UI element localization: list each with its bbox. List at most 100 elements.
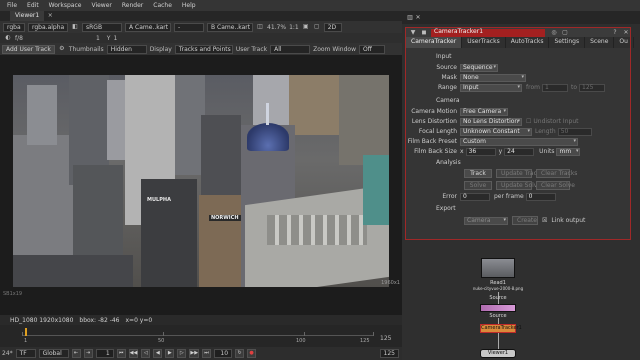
fstop-value[interactable]: 1: [96, 35, 100, 42]
film-back-preset-select[interactable]: Custom: [460, 137, 578, 146]
update-track-button[interactable]: Update Track: [496, 169, 540, 178]
channels-select[interactable]: rgba: [3, 22, 25, 32]
step-input[interactable]: 10: [214, 349, 233, 358]
thumbnails-select[interactable]: Hidden: [106, 44, 147, 54]
in-point-icon[interactable]: ⇤: [71, 349, 81, 358]
mask-select[interactable]: None: [460, 73, 526, 82]
last-frame-icon[interactable]: ⏭: [202, 349, 212, 358]
menu-cache[interactable]: Cache: [153, 2, 172, 9]
source-select[interactable]: Sequence: [460, 63, 498, 72]
prev-keyframe-icon[interactable]: ◀◀: [128, 349, 139, 358]
layer-select[interactable]: rgba.alpha: [28, 22, 68, 32]
menu-viewer[interactable]: Viewer: [91, 2, 111, 9]
range-from-input[interactable]: 1: [541, 83, 568, 92]
input-b-select[interactable]: B Came..kart: [207, 22, 253, 32]
next-keyframe-icon[interactable]: ▶▶: [189, 349, 200, 358]
properties-bin-icon[interactable]: ▥: [406, 14, 414, 22]
intermediate-node[interactable]: [480, 304, 516, 312]
menu-file[interactable]: File: [7, 2, 17, 9]
viewer-viewport[interactable]: MULPHA NORWICH 1960x1 SB1x19: [0, 55, 402, 315]
playhead[interactable]: [25, 328, 27, 336]
center-node-icon[interactable]: ◎: [550, 29, 558, 37]
play-reverse-icon[interactable]: ◀: [153, 349, 163, 358]
input-a-select[interactable]: A Came..kart: [125, 22, 171, 32]
camera-motion-select[interactable]: Free Camera: [460, 107, 508, 116]
wipe-icon[interactable]: ◫: [256, 23, 264, 31]
film-back-y-input[interactable]: 24: [504, 147, 535, 156]
node-graph[interactable]: Read1 nuke-cityvue-2000-8.png Source Sou…: [402, 240, 640, 360]
undistort-checkbox-icon[interactable]: ☐: [526, 118, 531, 125]
record-icon[interactable]: ●: [247, 349, 257, 358]
units-select[interactable]: mm: [556, 147, 581, 156]
zoom-ratio[interactable]: 1:1: [289, 24, 299, 31]
lens-distortion-select[interactable]: No Lens Distortion: [460, 117, 522, 126]
collapse-icon[interactable]: ▼: [409, 29, 417, 37]
add-user-track-button[interactable]: Add User Track: [2, 44, 55, 54]
tab-autotracks[interactable]: AutoTracks: [506, 37, 550, 48]
export-select[interactable]: Camera: [464, 216, 508, 225]
step-forward-icon[interactable]: ▷: [177, 349, 187, 358]
step-back-icon[interactable]: ◁: [141, 349, 151, 358]
create-button[interactable]: Create: [512, 216, 538, 225]
tab-cameratracker[interactable]: CameraTracker: [406, 37, 463, 48]
close-panel-icon[interactable]: ✕: [622, 29, 630, 37]
link-output-checkbox-icon[interactable]: ☒: [542, 217, 547, 224]
gamma-value[interactable]: 1: [113, 35, 117, 42]
tab-usertracks[interactable]: UserTracks: [462, 37, 506, 48]
out-point-icon[interactable]: ⇥: [83, 349, 93, 358]
tf-select[interactable]: TF: [15, 349, 36, 358]
viewer-node[interactable]: Viewer1: [480, 349, 516, 358]
clear-solve-button[interactable]: Clear Solve: [536, 181, 575, 190]
compare-op-select[interactable]: -: [174, 22, 204, 32]
play-icon[interactable]: ▶: [165, 349, 175, 358]
track-button[interactable]: Track: [464, 169, 492, 178]
track-settings-icon[interactable]: ⚙: [58, 45, 66, 53]
focal-length-select[interactable]: Unknown Constant: [460, 127, 532, 136]
zoom-window-select[interactable]: Off: [358, 44, 385, 54]
menu-edit[interactable]: Edit: [27, 2, 39, 9]
current-frame-input[interactable]: 1: [95, 349, 114, 358]
city-aerial-image[interactable]: MULPHA NORWICH: [13, 75, 389, 287]
fps-field[interactable]: 24*: [2, 350, 13, 357]
color-icon[interactable]: ◧: [71, 23, 79, 31]
view-mode-select[interactable]: 2D: [323, 22, 342, 32]
timeline-track[interactable]: 1 50 100 125: [22, 328, 374, 344]
node-color-icon[interactable]: ◼: [420, 29, 428, 37]
menu-render[interactable]: Render: [122, 2, 143, 9]
timeline[interactable]: 1 50 100 125 125: [0, 325, 402, 349]
range-select[interactable]: Input: [460, 83, 522, 92]
gain-icon[interactable]: ◐: [4, 34, 12, 42]
scope-select[interactable]: Global: [38, 349, 69, 358]
film-back-x-input[interactable]: 36: [465, 147, 496, 156]
loop-icon[interactable]: ↻: [235, 349, 245, 358]
read-node-thumbnail[interactable]: [481, 258, 515, 278]
help-icon[interactable]: ?: [611, 29, 619, 37]
tab-output[interactable]: Ou: [614, 37, 634, 48]
range-to-input[interactable]: 125: [579, 83, 605, 92]
solve-button[interactable]: Solve: [464, 181, 492, 190]
clear-properties-icon[interactable]: ✕: [414, 14, 422, 22]
float-panel-icon[interactable]: ▢: [561, 29, 569, 37]
read-node-file: nuke-cityvue-2000-8.png: [472, 286, 524, 291]
camera-section-heading: Camera: [436, 97, 460, 104]
first-frame-icon[interactable]: ⏮: [116, 349, 126, 358]
update-solve-button[interactable]: Update Solve: [496, 181, 541, 190]
user-track-select[interactable]: All: [270, 44, 311, 54]
display-select[interactable]: Tracks and Points: [174, 44, 233, 54]
length-input[interactable]: 50: [557, 127, 592, 136]
tab-viewer1[interactable]: Viewer1: [10, 11, 45, 21]
node-name-field[interactable]: CameraTracker1: [431, 28, 545, 37]
cameratracker-node[interactable]: CameraTracker1: [480, 324, 522, 333]
close-icon[interactable]: ×: [46, 12, 54, 20]
tab-settings[interactable]: Settings: [549, 37, 586, 48]
proxy-icon[interactable]: ▣: [302, 23, 310, 31]
colorspace-select[interactable]: sRGB: [82, 22, 122, 32]
menu-workspace[interactable]: Workspace: [49, 2, 82, 9]
clear-tracks-button[interactable]: Clear Tracks: [536, 169, 577, 178]
timeline-tick-label: 50: [158, 338, 165, 344]
tab-scene[interactable]: Scene: [585, 37, 615, 48]
end-frame-input[interactable]: 125: [379, 349, 399, 358]
zoom-level[interactable]: 41.7%: [267, 24, 286, 31]
menu-help[interactable]: Help: [182, 2, 196, 9]
region-icon[interactable]: ▢: [313, 23, 321, 31]
